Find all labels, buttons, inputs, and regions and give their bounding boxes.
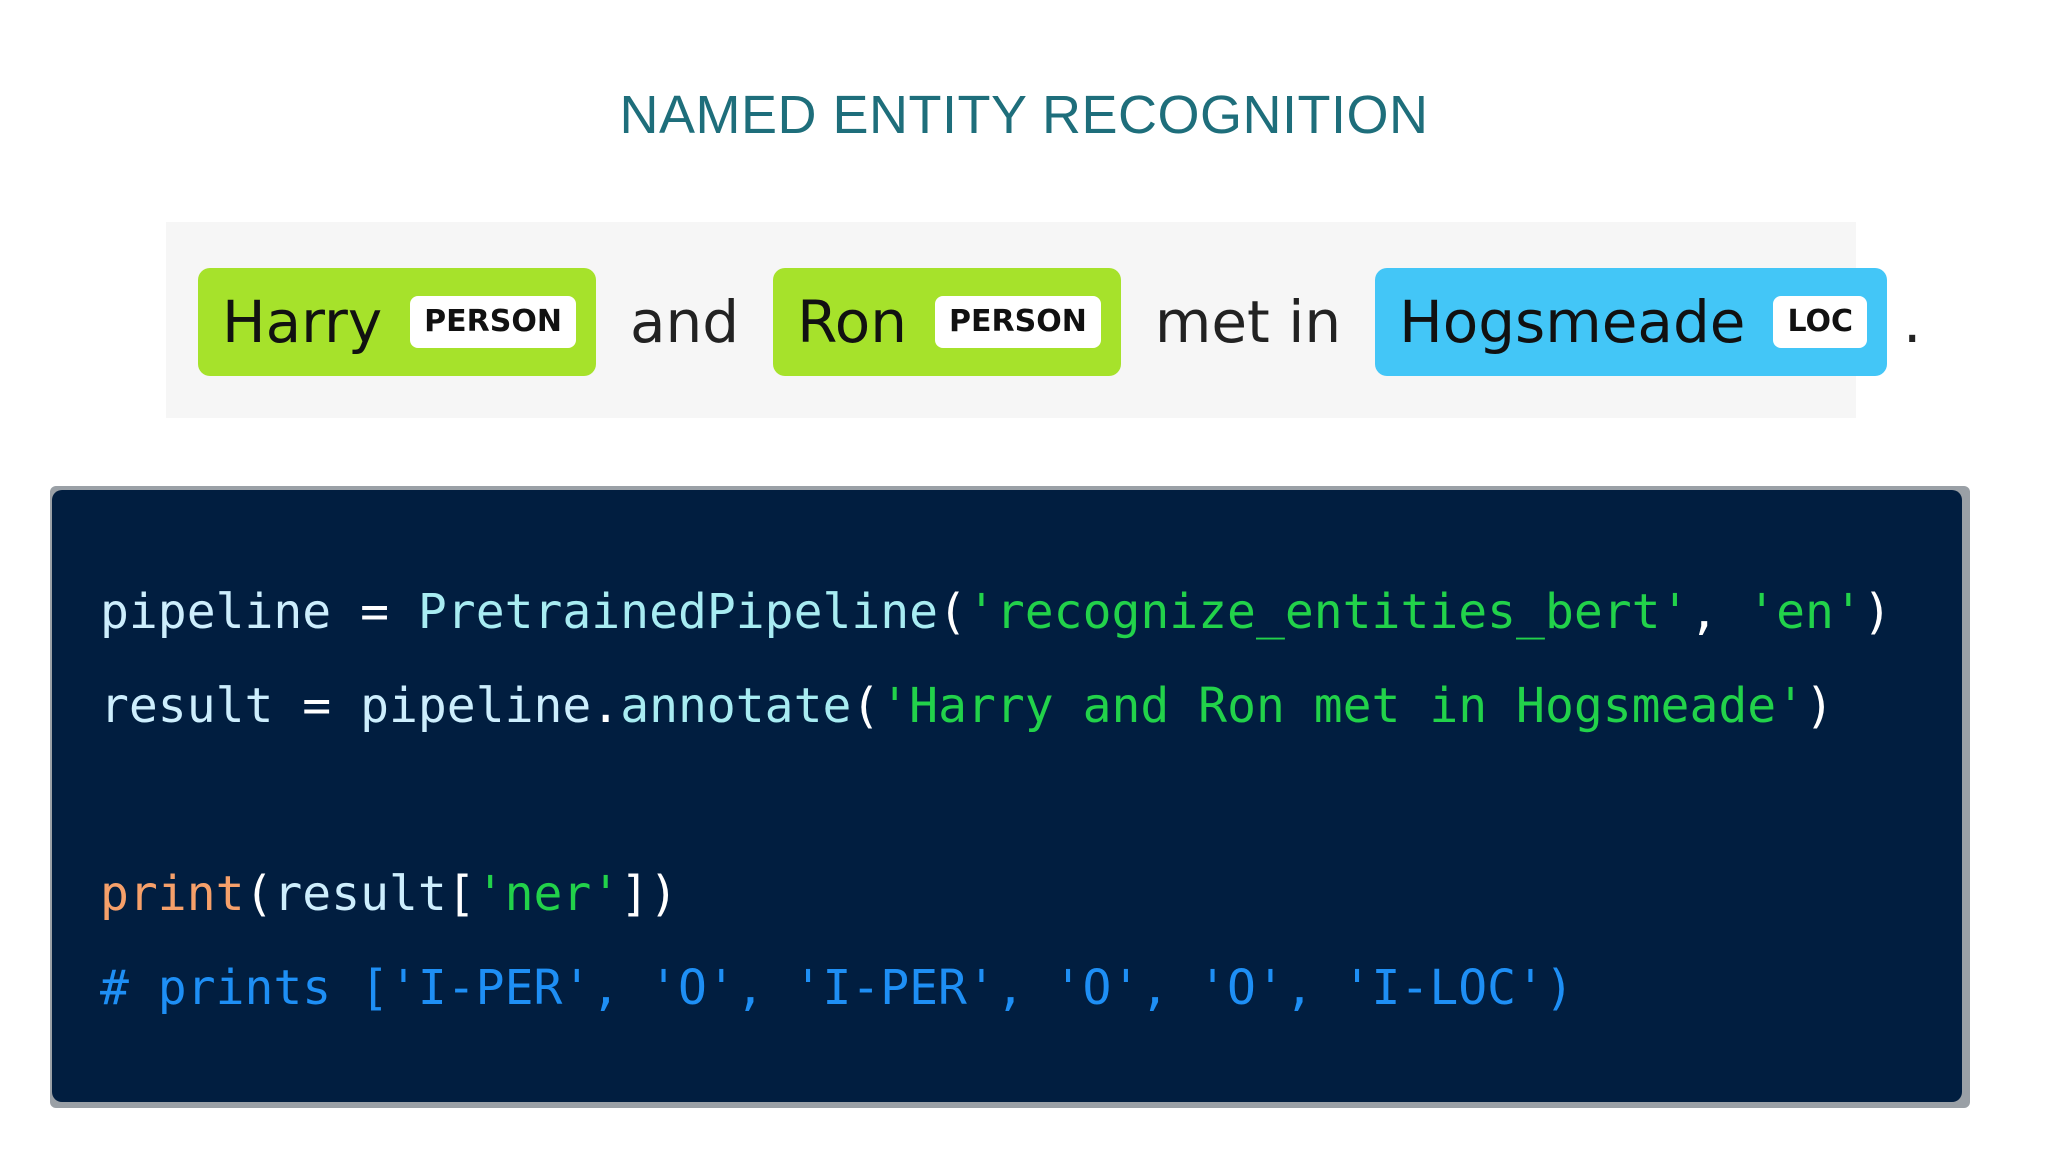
- entity-label-person: PERSON: [410, 296, 576, 348]
- entity-text: Harry: [222, 288, 383, 356]
- code-punctuation: (: [244, 866, 274, 922]
- code-punctuation: ): [1805, 678, 1834, 734]
- code-variable: result: [100, 678, 274, 734]
- code-builtin: print: [100, 866, 245, 922]
- code-punctuation: (: [938, 584, 967, 640]
- code-punctuation: ]): [620, 866, 678, 922]
- entity-text: Hogsmeade: [1399, 288, 1746, 356]
- code-variable: result: [273, 866, 447, 922]
- code-operator: =: [331, 584, 418, 640]
- code-object: pipeline: [360, 678, 592, 734]
- code-string: 'en': [1747, 584, 1863, 640]
- code-string: 'recognize_entities_bert': [966, 584, 1690, 640]
- entity-hogsmeade: Hogsmeade LOC: [1375, 268, 1888, 376]
- entity-harry: Harry PERSON: [198, 268, 596, 376]
- code-string: 'ner': [475, 866, 621, 922]
- code-line-1: pipeline = PretrainedPipeline('recognize…: [100, 582, 1892, 642]
- code-punctuation: (: [851, 678, 881, 734]
- code-punctuation: ,: [1689, 584, 1748, 640]
- code-comment: # prints ['I-PER', 'O', 'I-PER', 'O', 'O…: [100, 960, 1574, 1016]
- slide-title: NAMED ENTITY RECOGNITION: [619, 85, 1429, 145]
- entity-label-loc: LOC: [1773, 296, 1868, 348]
- entity-text: Ron: [797, 288, 908, 356]
- code-variable: pipeline: [100, 584, 332, 640]
- code-line-4: # prints ['I-PER', 'O', 'I-PER', 'O', 'O…: [100, 958, 1574, 1018]
- entity-label-person: PERSON: [935, 296, 1101, 348]
- sentence-word-and: and: [629, 288, 740, 356]
- sentence-words-met-in: met in: [1154, 288, 1342, 356]
- code-line-3: print(result['ner']): [100, 864, 678, 924]
- code-operator: =: [273, 678, 361, 734]
- code-punctuation: [: [446, 866, 476, 922]
- code-block: pipeline = PretrainedPipeline('recognize…: [52, 490, 1962, 1102]
- ner-sentence: Harry PERSON and Ron PERSON met in Hogsm…: [198, 268, 1921, 376]
- ner-visualization: Harry PERSON and Ron PERSON met in Hogsm…: [166, 222, 1921, 418]
- code-method: annotate: [620, 678, 852, 734]
- code-punctuation: .: [591, 678, 621, 734]
- code-function: PretrainedPipeline: [417, 584, 939, 640]
- code-string: 'Harry and Ron met in Hogsmeade': [880, 678, 1806, 734]
- code-punctuation: ): [1862, 584, 1892, 640]
- sentence-period: .: [1903, 288, 1922, 356]
- code-line-2: result = pipeline.annotate('Harry and Ro…: [100, 676, 1834, 736]
- entity-ron: Ron PERSON: [773, 268, 1121, 376]
